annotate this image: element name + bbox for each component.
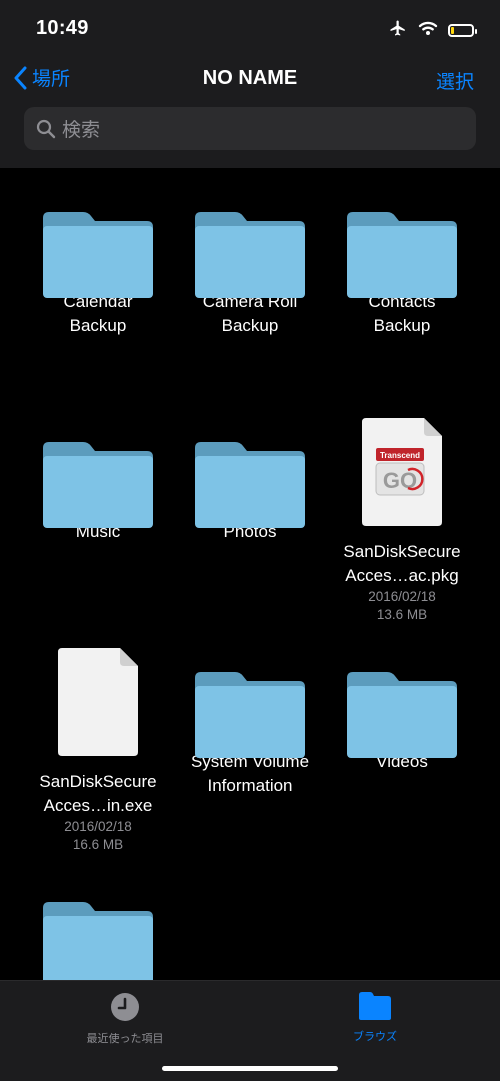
folder-icon bbox=[326, 168, 478, 298]
item-size: 16.6 MB bbox=[72, 837, 124, 852]
item-date: 2016/02/18 bbox=[64, 819, 132, 834]
brand-label: Transcend bbox=[380, 451, 420, 460]
folder-photos[interactable]: Photos bbox=[174, 398, 326, 544]
file-pkg[interactable]: Transcend GO SanDiskSecure Acces…ac.pkg 2… bbox=[326, 418, 478, 624]
file-exe[interactable]: SanDiskSecure Acces…in.exe 2016/02/18 16.… bbox=[22, 648, 174, 854]
folder-music[interactable]: Music bbox=[22, 398, 174, 544]
folder-videos[interactable]: Videos bbox=[326, 628, 478, 774]
status-icons bbox=[388, 19, 477, 42]
tab-recents[interactable]: 最近使った項目 bbox=[65, 991, 185, 1046]
folder-calendar-backup[interactable]: Calendar Backup bbox=[22, 168, 174, 338]
folder-icon bbox=[359, 992, 391, 1020]
folder-system-volume-information[interactable]: System Volume Information bbox=[174, 628, 326, 798]
file-thumbnail: Transcend GO bbox=[326, 418, 478, 528]
search-input[interactable]: 検索 bbox=[24, 107, 476, 150]
item-date: 2016/02/18 bbox=[368, 589, 436, 604]
home-indicator bbox=[162, 1066, 338, 1071]
search-placeholder: 検索 bbox=[62, 120, 101, 141]
item-size: 13.6 MB bbox=[376, 607, 428, 622]
page-title: NO NAME bbox=[202, 67, 298, 89]
folder-icon bbox=[22, 858, 174, 980]
status-time: 10:49 bbox=[36, 17, 89, 39]
folder-camera-roll-backup[interactable]: Camera Roll Backup bbox=[174, 168, 326, 338]
folder-icon bbox=[326, 628, 478, 758]
tab-label: ブラウズ bbox=[353, 1031, 397, 1043]
select-button[interactable]: 選択 bbox=[436, 67, 474, 94]
tab-label: 最近使った項目 bbox=[86, 1033, 164, 1045]
header: 10:49 場所 NO NAME 選択 検索 bbox=[0, 0, 500, 168]
item-name: SanDiskSecure Acces…ac.pkg bbox=[343, 542, 461, 585]
battery-icon bbox=[448, 24, 477, 37]
folder-icon bbox=[174, 398, 326, 528]
clock-icon bbox=[111, 993, 139, 1021]
folder-icon bbox=[174, 628, 326, 758]
folder-icon bbox=[174, 168, 326, 298]
folder-partial[interactable] bbox=[22, 858, 174, 980]
folder-icon bbox=[22, 398, 174, 528]
tab-browse[interactable]: ブラウズ bbox=[315, 991, 435, 1044]
file-thumbnail bbox=[22, 648, 174, 758]
folder-contacts-backup[interactable]: Contacts Backup bbox=[326, 168, 478, 338]
airplane-icon bbox=[388, 19, 408, 42]
search-icon bbox=[36, 119, 56, 138]
folder-icon bbox=[22, 168, 174, 298]
file-grid: Calendar Backup Camera Roll Backup Contact… bbox=[0, 168, 500, 980]
wifi-icon bbox=[418, 20, 438, 41]
item-name: SanDiskSecure Acces…in.exe bbox=[39, 772, 157, 815]
